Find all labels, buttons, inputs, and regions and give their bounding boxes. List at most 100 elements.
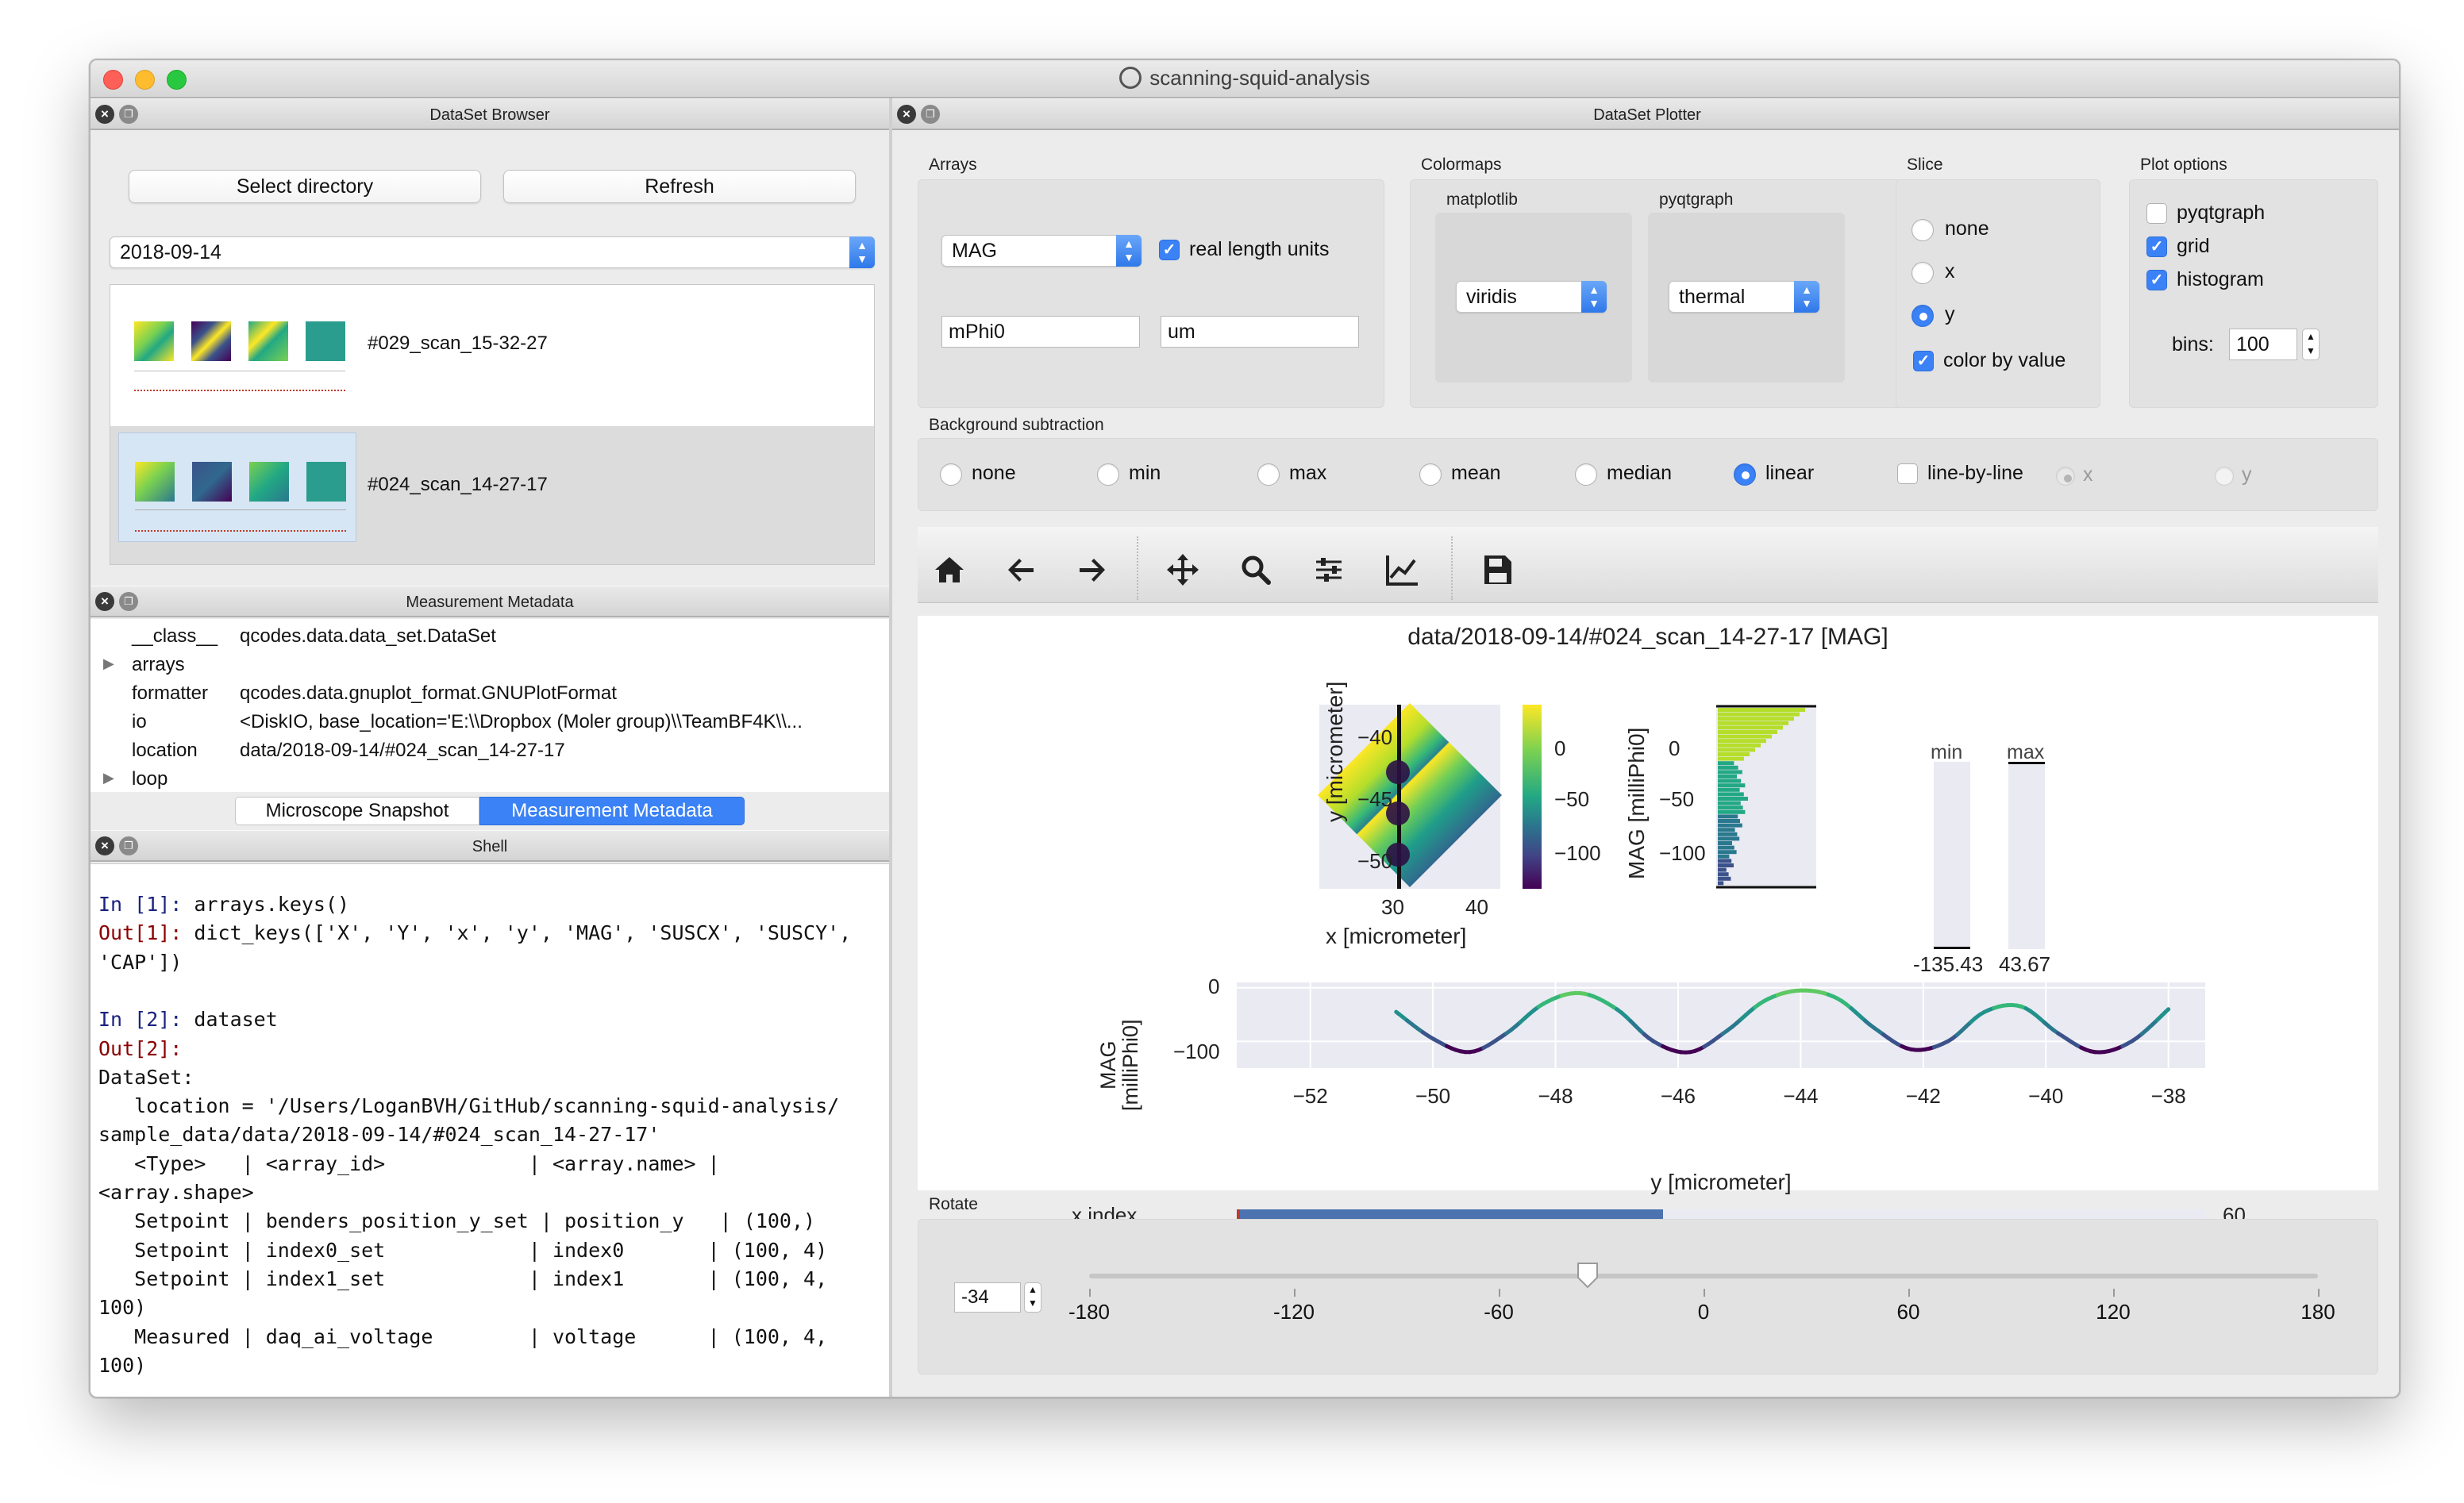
metadata-tree[interactable]: __class__ qcodes.data.data_set.DataSet ▶ ar… — [90, 619, 889, 792]
histogram-ytick: 0 — [1669, 736, 1681, 760]
slice-none-radio[interactable] — [1912, 219, 1934, 241]
image-xlabel: x [micrometer] — [1326, 924, 1467, 948]
date-select[interactable]: 2018-09-14 ▲ ▼ — [110, 236, 875, 268]
pyqtgraph-cmap-select[interactable]: thermal ▲ ▼ — [1669, 281, 1819, 313]
tab-measurement-metadata[interactable]: Measurement Metadata — [479, 797, 745, 825]
shell-line: In [2]: dataset — [98, 1008, 278, 1031]
array-select[interactable]: MAG ▲ ▼ — [941, 235, 1142, 267]
metadata-key[interactable]: formatter — [132, 682, 208, 705]
line-by-line-x-radio[interactable] — [2056, 467, 2075, 486]
line-by-line-y-radio[interactable] — [2215, 467, 2234, 486]
back-icon[interactable] — [997, 546, 1045, 594]
shell-code: dict_keys(['X', 'Y', 'x', 'y', 'MAG', 'S… — [182, 921, 852, 945]
color-by-value-checkbox[interactable]: ✓ — [1913, 351, 1934, 371]
histogram-bar — [1718, 867, 1727, 872]
histogram-bar — [1718, 872, 1729, 877]
metadata-key[interactable]: loop — [132, 768, 167, 790]
grid-checkbox[interactable]: ✓ — [2146, 236, 2167, 257]
length-unit-field[interactable]: um — [1161, 316, 1359, 348]
rotate-stepper[interactable]: ▲ ▼ — [1024, 1282, 1041, 1313]
shell-code: Setpoint | index0_set | index0 | (100, 4… — [98, 1238, 828, 1262]
bg-max-radio[interactable] — [1257, 463, 1280, 486]
bg-linear-radio[interactable] — [1734, 463, 1756, 486]
line-ylabel: MAG [milliPhi0] — [1096, 1019, 1142, 1111]
window-title-text: scanning-squid-analysis — [1149, 66, 1370, 90]
line-ylabel-1: MAG — [1096, 1040, 1120, 1090]
list-item-label: #024_scan_14-27-17 — [368, 474, 548, 495]
rotate-slider-thumb[interactable] — [1576, 1262, 1600, 1289]
chevron-updown-icon: ▲ ▼ — [1581, 281, 1607, 313]
line-xtick: −52 — [1292, 1084, 1328, 1108]
shell-code: Measured | daq_ai_voltage | voltage | (1… — [98, 1324, 828, 1348]
histogram-checkbox[interactable]: ✓ — [2146, 270, 2167, 290]
arrays-group — [918, 179, 1384, 408]
real-length-units-checkbox[interactable]: ✓ — [1159, 240, 1180, 260]
tab-microscope-snapshot[interactable]: Microscope Snapshot — [235, 797, 479, 825]
shell-prompt: In [1]: — [98, 893, 183, 916]
bg-min-radio[interactable] — [1097, 463, 1119, 486]
shell-code: arrays.keys() — [182, 893, 350, 916]
line-by-line-checkbox[interactable] — [1897, 463, 1918, 484]
shell-console[interactable]: In [1]: arrays.keys() Out[1]: dict_keys([… — [90, 863, 889, 1397]
home-icon[interactable] — [926, 546, 973, 594]
vortex-spot — [1386, 760, 1410, 784]
forward-icon[interactable] — [1068, 546, 1116, 594]
save-icon[interactable] — [1473, 546, 1521, 594]
slice-y-radio[interactable] — [1912, 305, 1934, 327]
rotate-tick-mark — [2113, 1289, 2115, 1297]
series-line-segment — [2163, 1007, 2171, 1014]
metadata-key[interactable]: location — [132, 740, 198, 762]
min-bar — [1934, 762, 1970, 949]
zoom-icon[interactable] — [1232, 546, 1280, 594]
bg-median-radio[interactable] — [1575, 463, 1597, 486]
list-item[interactable]: #024_scan_14-27-17 — [110, 426, 874, 564]
metadata-key[interactable]: arrays — [132, 654, 185, 676]
splitter[interactable] — [889, 98, 892, 1397]
configure-icon[interactable] — [1305, 546, 1353, 594]
pyqtgraph-checkbox[interactable] — [2146, 203, 2167, 224]
data-unit-field[interactable]: mPhi0 — [941, 316, 1140, 348]
toolbar-separator — [1137, 536, 1138, 600]
rotate-label: Rotate — [929, 1195, 978, 1213]
rotate-slider-track[interactable] — [1089, 1274, 2318, 1278]
line-xtick: −46 — [1660, 1084, 1696, 1108]
slice-x-radio[interactable] — [1912, 262, 1934, 284]
pan-icon[interactable] — [1159, 546, 1207, 594]
edit-axis-icon[interactable] — [1378, 546, 1426, 594]
shell-code: <Type> | <array_id> | <array.name> | — [98, 1151, 720, 1175]
histogram-bar — [1718, 797, 1748, 801]
slice-y-label: y — [1945, 303, 1955, 325]
metadata-key[interactable]: __class__ — [132, 625, 218, 648]
browser-dock-header: × ❐ DataSet Browser — [90, 98, 889, 130]
image-xtick: 40 — [1465, 895, 1488, 919]
pyqtgraph-label: pyqtgraph — [1659, 190, 1734, 209]
matplotlib-cmap-select[interactable]: viridis ▲ ▼ — [1456, 281, 1607, 313]
line-by-line-y-label: y — [2242, 463, 2252, 486]
bins-field[interactable]: 100 — [2229, 329, 2297, 360]
expand-arrow-icon[interactable]: ▶ — [103, 770, 114, 786]
rotate-value-field[interactable]: -34 — [954, 1282, 1021, 1313]
color-by-value-label: color by value — [1943, 349, 2066, 371]
rotate-tick-mark — [1089, 1289, 1091, 1297]
select-directory-button[interactable]: Select directory — [129, 170, 481, 203]
window-title: scanning-squid-analysis — [90, 66, 2399, 90]
slice-x-label: x — [1945, 260, 1955, 283]
refresh-button[interactable]: Refresh — [503, 170, 856, 203]
rotate-tick-label: 60 — [1896, 1300, 1920, 1324]
metadata-value: <DiskIO, base_location='E:\\Dropbox (Mol… — [240, 711, 803, 732]
list-item[interactable]: #029_scan_15-32-27 — [110, 285, 874, 426]
shell-line: sample_data/data/2018-09-14/#024_scan_14… — [98, 1123, 660, 1146]
line-axes[interactable] — [1237, 982, 2205, 1068]
bg-none-radio[interactable] — [940, 463, 962, 486]
thumbnail — [118, 432, 356, 542]
dataset-list[interactable]: #029_scan_15-32-27 #024_scan_14-27-17 — [110, 284, 875, 565]
shell-code: Setpoint | index1_set | index1 | (100, 4… — [98, 1267, 828, 1290]
bg-mean-radio[interactable] — [1419, 463, 1442, 486]
max-value: 43.67 — [1999, 952, 2051, 976]
thumb-panel — [134, 321, 174, 361]
metadata-key[interactable]: io — [132, 711, 147, 733]
histogram-bar — [1718, 783, 1746, 788]
expand-arrow-icon[interactable]: ▶ — [103, 655, 114, 672]
bins-stepper[interactable]: ▲ ▼ — [2302, 329, 2320, 360]
histogram-bar — [1718, 721, 1788, 725]
